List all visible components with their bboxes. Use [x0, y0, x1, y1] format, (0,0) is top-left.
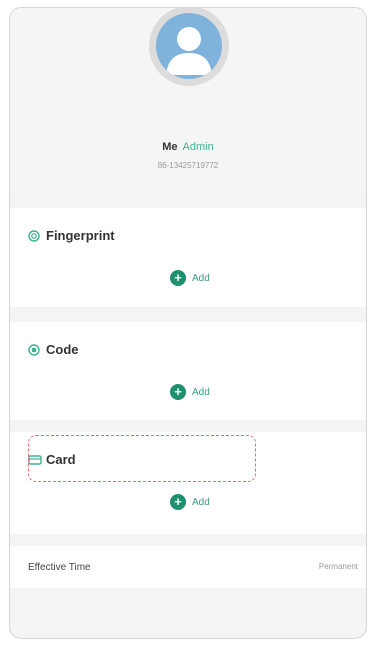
code-section: Code + Add	[10, 322, 366, 420]
add-card-button[interactable]: + Add	[170, 494, 210, 510]
effective-time-row[interactable]: Effective Time Permanent	[10, 546, 366, 588]
add-card-label: Add	[192, 496, 210, 508]
card-section: Card + Add	[10, 432, 366, 534]
plus-icon: +	[170, 494, 186, 510]
plus-icon: +	[170, 270, 186, 286]
add-fingerprint-button[interactable]: + Add	[170, 270, 210, 286]
code-icon	[28, 343, 40, 356]
code-title: Code	[28, 342, 79, 357]
card-title: Card	[28, 452, 76, 467]
plus-icon: +	[170, 384, 186, 400]
member-detail-screen: Me Admin 86-13425719772 Fingerprint + Add…	[9, 7, 367, 639]
user-phone: 86-13425719772	[157, 161, 219, 170]
profile-header: Me Admin 86-13425719772	[10, 8, 366, 194]
card-label: Card	[46, 452, 76, 467]
fingerprint-title: Fingerprint	[28, 228, 115, 243]
effective-time-label: Effective Time	[28, 562, 91, 573]
add-code-label: Add	[192, 386, 210, 398]
code-label: Code	[46, 342, 79, 357]
user-role-badge: Admin	[182, 141, 214, 153]
fingerprint-section: Fingerprint + Add	[10, 208, 366, 307]
user-name-row: Me Admin	[10, 141, 366, 153]
add-code-button[interactable]: + Add	[170, 384, 210, 400]
user-silhouette-icon	[166, 27, 212, 75]
avatar[interactable]	[156, 13, 222, 79]
effective-time-value: Permanent	[318, 562, 358, 571]
fingerprint-label: Fingerprint	[46, 228, 115, 243]
card-icon	[28, 454, 42, 466]
fingerprint-icon	[28, 229, 40, 242]
avatar-ring	[149, 8, 229, 86]
add-fingerprint-label: Add	[192, 272, 210, 284]
user-name: Me	[162, 141, 178, 153]
